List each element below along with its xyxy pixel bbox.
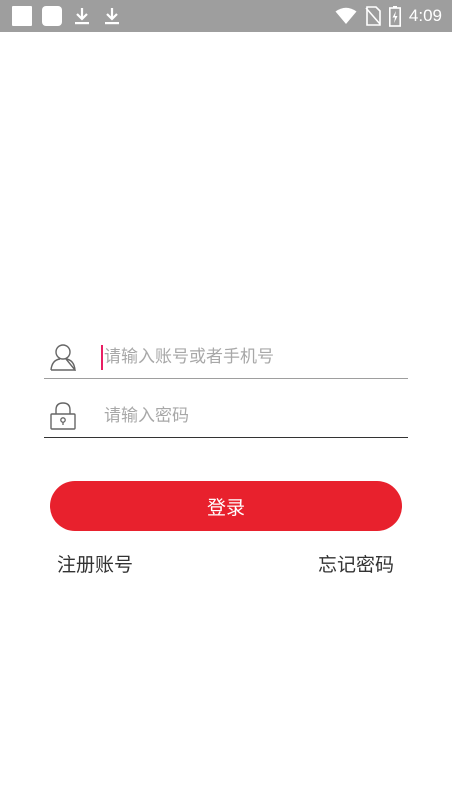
status-bar-left [12, 6, 122, 26]
user-icon [50, 344, 76, 371]
text-cursor [101, 345, 103, 370]
download-icon [105, 8, 119, 25]
lock-icon [50, 402, 76, 430]
register-account-link[interactable]: 注册账号 [57, 550, 133, 577]
download-icon [75, 8, 89, 25]
wifi-icon [335, 7, 357, 24]
status-bar: 4:09 [0, 0, 452, 32]
password-input[interactable] [104, 401, 404, 431]
no-sim-icon [365, 6, 381, 26]
username-field[interactable] [44, 334, 408, 379]
status-time: 4:09 [408, 6, 442, 25]
status-bar-right: 4:09 [335, 5, 442, 27]
battery-charging-icon [388, 5, 401, 27]
notification-rounded-square-icon [42, 6, 62, 26]
notification-square-icon [12, 6, 32, 26]
password-field[interactable] [44, 393, 408, 438]
login-button[interactable]: 登录 [50, 481, 402, 531]
username-input[interactable] [104, 342, 404, 372]
forgot-password-link[interactable]: 忘记密码 [318, 550, 394, 577]
